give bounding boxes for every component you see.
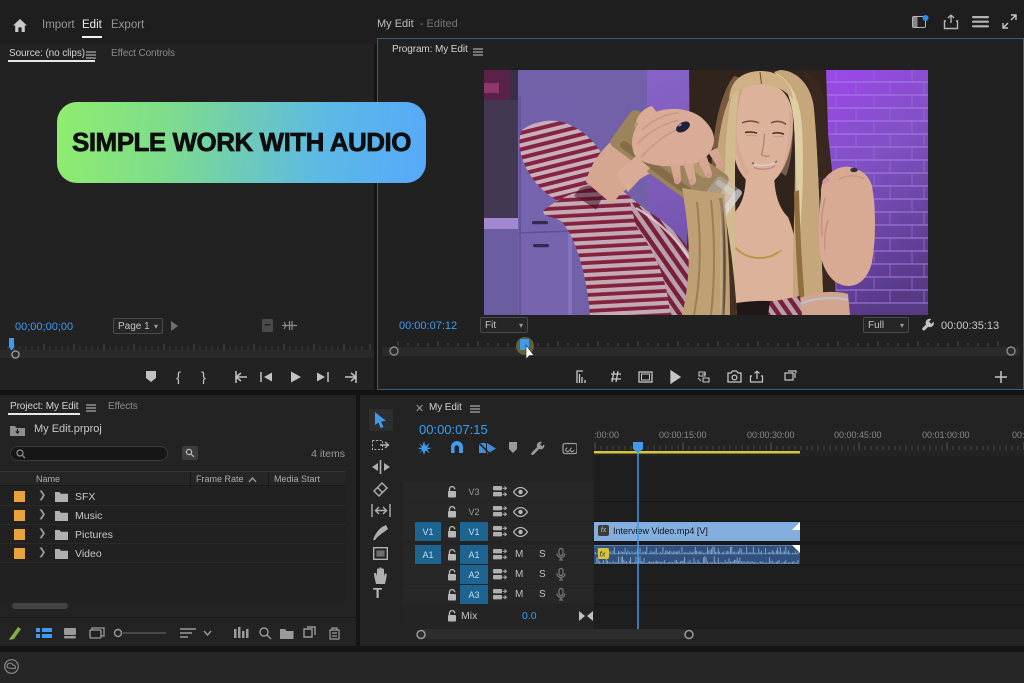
- svg-text:}: }: [201, 370, 206, 384]
- svg-text:fx: fx: [600, 550, 606, 559]
- svg-text:{: {: [176, 370, 181, 384]
